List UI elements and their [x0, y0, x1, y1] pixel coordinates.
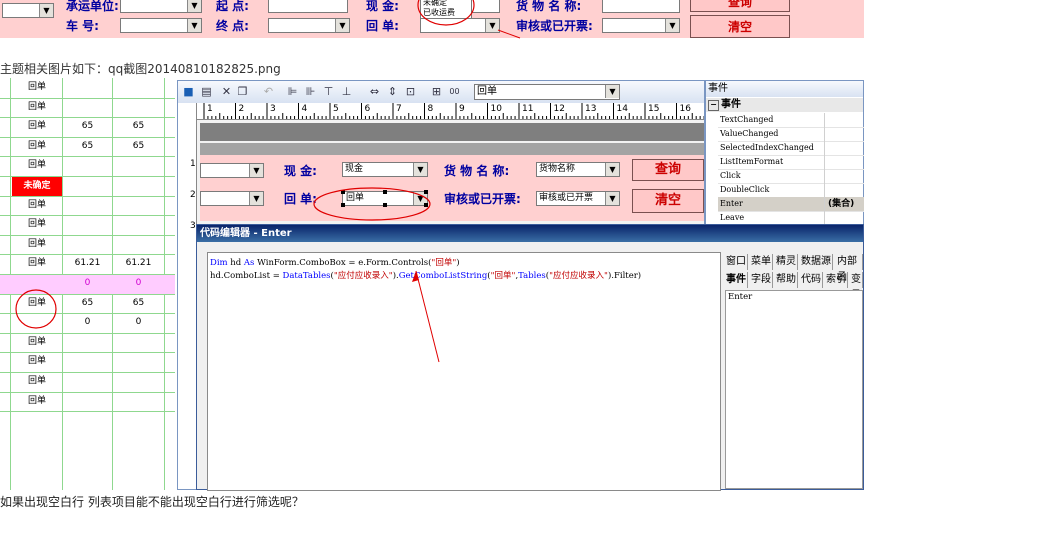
annotation-circle-top — [417, 0, 475, 26]
annotation-circle-grid — [15, 289, 57, 329]
annotation-arrow-code — [415, 270, 440, 363]
annotation-overlay — [15, 0, 521, 363]
annotation-arrow-top — [497, 29, 521, 39]
annotation-circle-receipt — [313, 187, 431, 221]
